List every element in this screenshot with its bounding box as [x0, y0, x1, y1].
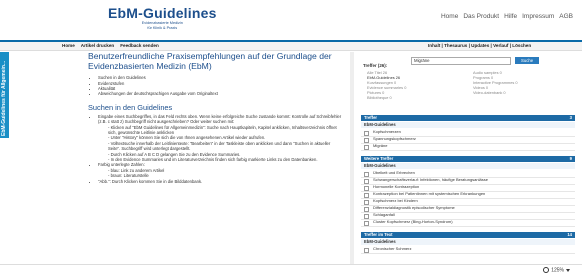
result-item[interactable]: Cluster Kopfschmerz (Bing-Horton-Syndrom…	[361, 219, 575, 227]
section-body: Eingabe eines Suchbegriffes, in das Feld…	[88, 114, 343, 184]
category-item[interactable]: Bibliotheque 0	[367, 95, 406, 100]
group-label: EbM-Guidelines	[364, 239, 396, 244]
results-count: Treffer (26):	[363, 63, 388, 68]
section-weitere-treffer[interactable]: Weitere Treffer 9	[361, 156, 575, 162]
logo-subtitle-2: für Klinik & Praxis	[147, 25, 178, 30]
side-tab-label: EbM-Guidelines für Allgemein...	[1, 60, 7, 136]
document-icon	[364, 185, 369, 191]
nav-produkt[interactable]: Das Produkt	[463, 13, 499, 20]
status-bar: 125%	[0, 264, 582, 275]
group-header: EbM-Guidelines	[361, 122, 575, 128]
result-title: Kopfschmerz bei Kindern	[373, 198, 418, 203]
document-icon	[364, 213, 369, 219]
category-item[interactable]: Video-datenbank 0	[473, 90, 518, 95]
document-icon	[364, 199, 369, 205]
section-treffer[interactable]: Treffer 3	[361, 115, 575, 121]
article-title: Benutzerfreundliche Praxisempfehlungen a…	[88, 51, 332, 71]
top-nav: Home Das Produkt Hilfe Impressum AGB	[441, 13, 573, 20]
search-button[interactable]: Suche	[515, 57, 540, 65]
subnav-right-links[interactable]: Inhalt | Thesaurus | Updates | Verlauf |…	[428, 43, 531, 48]
result-title: Schlaganfall	[373, 212, 395, 217]
result-title: Cluster Kopfschmerz (Bing-Horton-Syndrom…	[373, 219, 453, 224]
sub-item: Klicken auf "EbM Guidelines für Allgemei…	[108, 125, 343, 136]
top-header: EbM-Guidelines Evidenzbasierte Medizin f…	[0, 0, 582, 40]
table-of-contents: Suchen in den Guidelines Evidenzstufen A…	[88, 75, 343, 97]
zoom-icon	[543, 267, 550, 273]
document-icon	[364, 220, 369, 226]
logo-title: EbM-Guidelines	[108, 5, 217, 21]
chevron-down-icon	[566, 268, 570, 272]
document-icon	[364, 247, 369, 253]
nav-hilfe[interactable]: Hilfe	[504, 13, 517, 20]
feedback-link[interactable]: Feedback senden	[120, 43, 159, 48]
result-title: Differenzialdiagnostik episodischer Symp…	[373, 205, 455, 210]
paragraph: Eingabe eines Suchbegriffes, in das Feld…	[98, 113, 342, 125]
section-heading: Suchen in den Guidelines	[88, 102, 173, 112]
result-title: Kopfschmerzen	[373, 129, 401, 134]
document-icon	[364, 192, 369, 198]
zoom-level: 125%	[551, 267, 564, 274]
document-icon	[364, 206, 369, 212]
article-content: Benutzerfreundliche Praxisempfehlungen a…	[88, 51, 343, 184]
result-title: Spannungskopfschmerz	[373, 136, 416, 141]
section-label: Treffer	[364, 115, 378, 120]
document-icon	[364, 144, 369, 150]
subnav-home[interactable]: Home	[62, 43, 75, 48]
toc-item[interactable]: Abweichungen der deutschsprachigen Ausga…	[98, 91, 343, 96]
print-article-link[interactable]: Artikel drucken	[81, 43, 114, 48]
section-count: 3	[569, 115, 572, 120]
paragraph: Farbig unterlegte Zahlen:	[98, 162, 145, 168]
search-input[interactable]: Migräne	[411, 56, 511, 65]
group-header: EbM-Guidelines	[361, 163, 575, 169]
section-label: Treffer im Text	[364, 232, 393, 237]
group-label: EbM-Guidelines	[364, 122, 396, 127]
result-title: Schwangerschaftsverlauf: Infektionen, hä…	[373, 177, 488, 182]
document-icon	[364, 171, 369, 177]
zoom-control[interactable]: 125%	[543, 267, 570, 273]
document-icon	[364, 137, 369, 143]
group-header: EbM-Guidelines	[361, 239, 575, 245]
result-title: Kontrazeption bei Patientinnen mit syste…	[373, 191, 486, 196]
group-label: EbM-Guidelines	[364, 163, 396, 168]
result-title: Chronischer Schmerz	[373, 246, 412, 251]
nav-impressum[interactable]: Impressum	[522, 13, 554, 20]
sub-item: Volltextsuche innerhalb der Leitliniente…	[108, 141, 343, 152]
section-label: Weitere Treffer	[364, 156, 394, 161]
result-item[interactable]: Chronischer Schmerz	[361, 246, 575, 254]
nav-home[interactable]: Home	[441, 13, 458, 20]
nav-agb[interactable]: AGB	[559, 13, 573, 20]
section-count: 9	[569, 156, 572, 161]
document-icon	[364, 130, 369, 136]
document-icon	[364, 178, 369, 184]
content-scrollbar[interactable]	[350, 52, 354, 264]
section-count: 14	[567, 232, 572, 237]
paragraph: "Abb.": Durch Klicken kommen Sie in die …	[98, 179, 343, 184]
result-item[interactable]: Migräne	[361, 143, 575, 151]
result-title: Übelkeit und Erbrechen	[373, 170, 415, 175]
sub-nav: Home Artikel drucken Feedback senden Inh…	[0, 42, 582, 51]
side-tab[interactable]: EbM-Guidelines für Allgemein...	[0, 52, 9, 138]
result-title: Hormonelle Kontrazeption	[373, 184, 420, 189]
logo[interactable]: EbM-Guidelines Evidenzbasierte Medizin f…	[108, 5, 217, 30]
result-title: Migräne	[373, 143, 388, 148]
section-treffer-im-text[interactable]: Treffer im Text 14	[361, 232, 575, 238]
